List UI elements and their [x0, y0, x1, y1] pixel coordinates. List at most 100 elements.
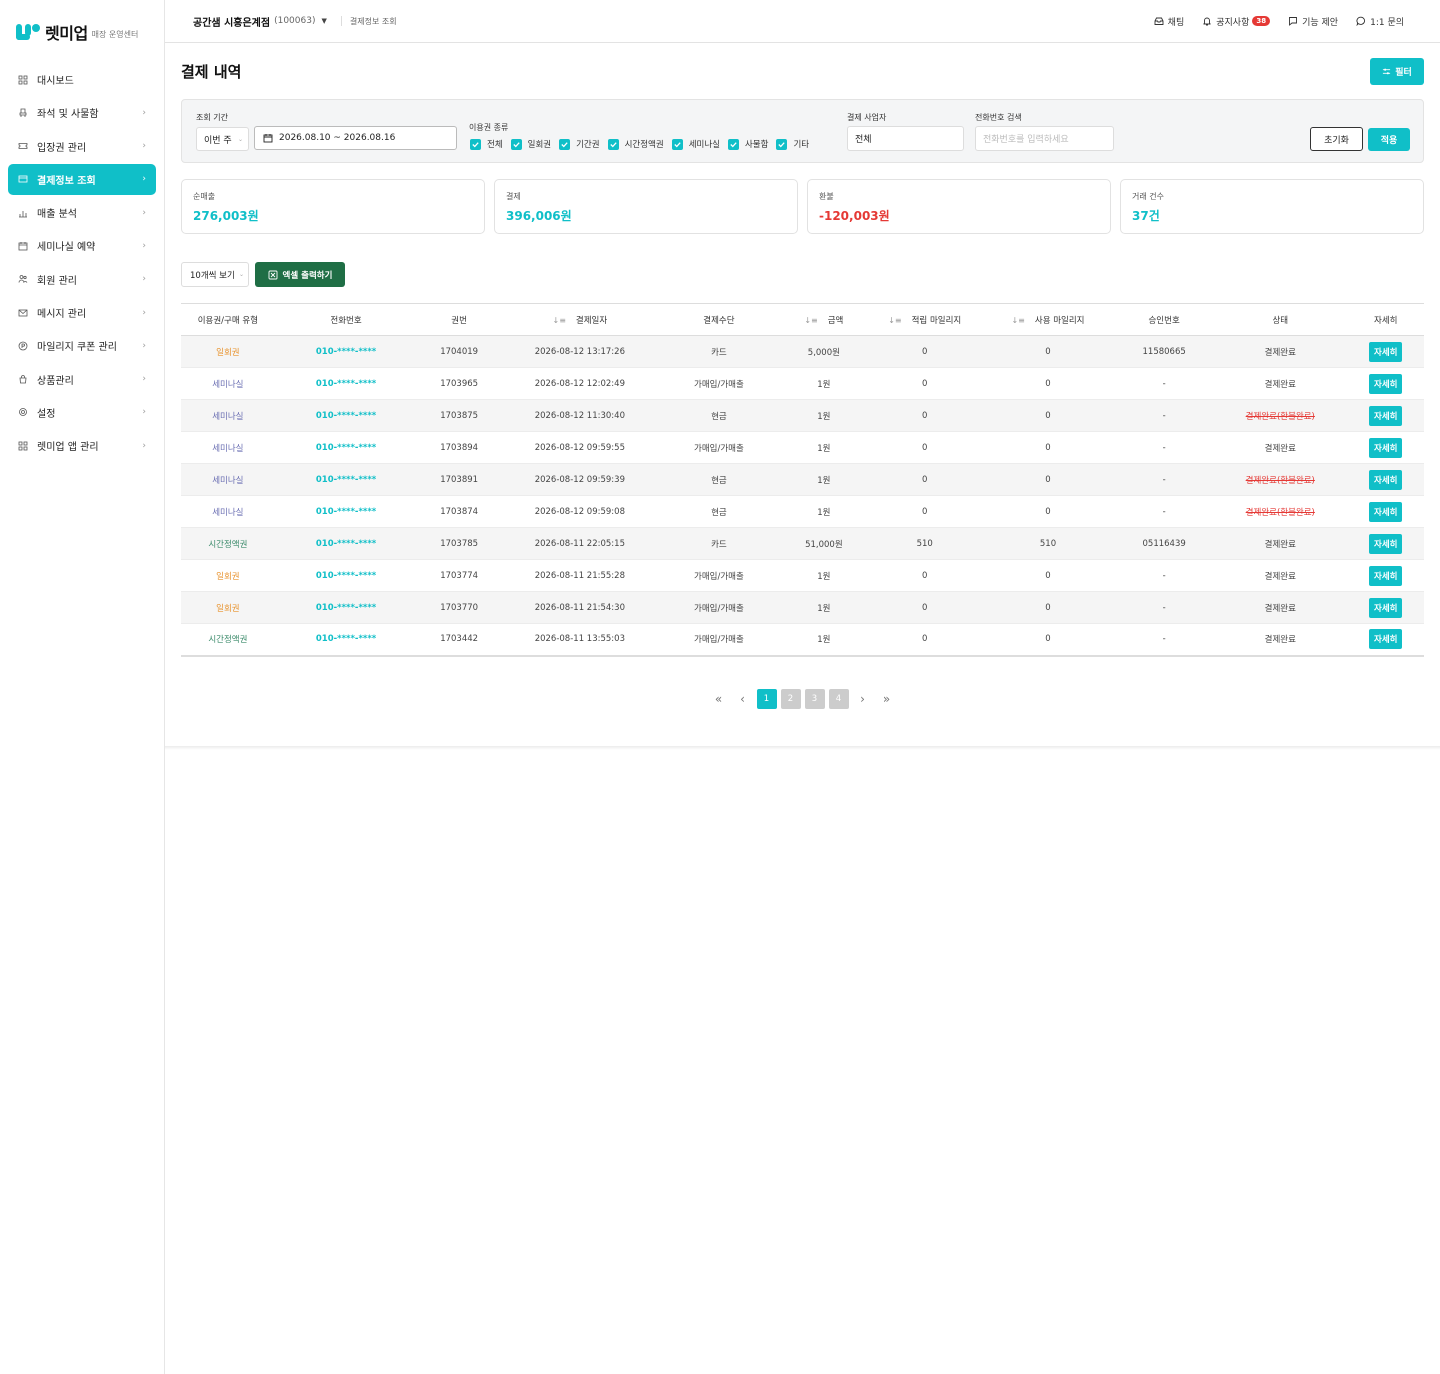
payment-date-cell-text: 2026-08-11 13:55:03	[534, 634, 625, 645]
phone-search-input[interactable]: 전화번호를 입력하세요	[975, 126, 1114, 151]
page-4-button[interactable]: 4	[828, 688, 849, 709]
used-mileage-cell: 510	[980, 527, 1116, 560]
type-checkbox[interactable]: 시간정액권	[607, 138, 664, 150]
notice-button[interactable]: 공지사항 38	[1202, 15, 1271, 28]
detail-button[interactable]: 자세히	[1369, 405, 1403, 426]
earned-mileage-cell-text: 0	[922, 474, 928, 485]
status-cell-text: 결제완료	[1264, 443, 1296, 454]
page-3-button[interactable]: 3	[804, 688, 825, 709]
table-row: 세미나실 010-****-**** 1703874 2026-08-12 09:59…	[181, 495, 1424, 528]
payment-method-cell: 현금	[658, 495, 780, 528]
next-page-button[interactable]: ›	[853, 689, 873, 709]
detail-button[interactable]: 자세히	[1369, 629, 1403, 650]
table-row: 시간정액권 010-****-**** 1703785 2026-08-11 22:0…	[181, 527, 1424, 560]
sidebar-item-6[interactable]: 세미나실 예약 ›	[8, 230, 156, 261]
chevron-right-icon: ›	[142, 374, 146, 385]
type-checkbox[interactable]: 전체	[470, 138, 503, 150]
breadcrumb: 결제정보 조회	[349, 16, 397, 26]
period-select[interactable]: 이번 주 ⌄	[196, 127, 249, 151]
amount-cell: 51,000원	[779, 527, 869, 560]
payment-method-cell: 카드	[658, 527, 780, 560]
sidebar-item-7[interactable]: 회원 관리 ›	[8, 264, 156, 295]
column-header[interactable]: ↓≡ 결제일자	[500, 303, 659, 336]
sort-icon[interactable]: ↓≡	[804, 316, 817, 325]
sidebar-item-8[interactable]: 메시지 관리 ›	[8, 297, 156, 328]
sort-icon[interactable]: ↓≡	[888, 316, 901, 325]
detail-button[interactable]: 자세히	[1369, 373, 1403, 394]
prev-page-button[interactable]: ‹	[733, 689, 753, 709]
column-header: 이용권/구매 유형	[181, 303, 275, 336]
detail-button[interactable]: 자세히	[1369, 469, 1403, 490]
date-range-input[interactable]: 2026.08.10 ~ 2026.08.16	[254, 126, 457, 150]
chat-button[interactable]: 채팅	[1154, 15, 1184, 28]
first-page-button[interactable]: «	[709, 689, 729, 709]
type-cell-text: 일회권	[216, 571, 240, 582]
check-icon	[470, 138, 481, 150]
approval-number-cell-text: -	[1162, 474, 1166, 485]
sort-icon[interactable]: ↓≡	[1011, 316, 1024, 325]
detail-button[interactable]: 자세히	[1369, 597, 1403, 618]
bell-icon	[1203, 17, 1211, 26]
type-checkbox[interactable]: 세미나실	[671, 138, 720, 150]
excel-icon	[268, 270, 277, 279]
used-mileage-cell: 0	[980, 431, 1116, 464]
type-checkbox[interactable]: 기타	[776, 138, 809, 150]
used-mileage-cell-text: 0	[1045, 474, 1051, 485]
detail-button[interactable]: 자세히	[1369, 341, 1403, 362]
dropdown-icon: ⌄	[238, 271, 244, 278]
sidebar-item-2[interactable]: 좌석 및 사물함 ›	[8, 97, 156, 128]
page-size-select[interactable]: 10개씩 보기 ⌄	[181, 262, 249, 287]
detail-button[interactable]: 자세히	[1369, 533, 1403, 554]
sidebar-item-10[interactable]: 상품관리 ›	[8, 364, 156, 395]
type-checkbox[interactable]: 일회권	[510, 138, 551, 150]
chevron-right-icon: ›	[142, 174, 146, 185]
inquiry-button[interactable]: 1:1 문의	[1356, 15, 1404, 28]
phone-cell-text: 010-****-****	[315, 346, 377, 357]
type-checkbox-label: 기타	[793, 140, 810, 150]
column-header[interactable]: ↓≡ 사용 마일리지	[980, 303, 1116, 336]
apply-button[interactable]: 적용	[1368, 128, 1410, 151]
sidebar-item-1[interactable]: 대시보드	[8, 64, 156, 95]
excel-export-button[interactable]: 엑셀 출력하기	[255, 262, 345, 287]
type-cell: 일회권	[181, 559, 275, 592]
filter-button[interactable]: 필터	[1370, 57, 1424, 85]
topbar: 공간샘 시흥은계점 (100063) ▼ 결제정보 조회 채팅 공지사항 38 …	[165, 0, 1440, 43]
type-cell-text: 세미나실	[212, 475, 244, 486]
column-header-label: 적립 마일리지	[911, 315, 962, 326]
type-checkbox[interactable]: 사물함	[727, 138, 768, 150]
amount-cell: 1원	[779, 623, 869, 656]
logo[interactable]: 렛미업 매장 운영센터	[0, 0, 164, 64]
detail-button[interactable]: 자세히	[1369, 437, 1403, 458]
used-mileage-cell-text: 0	[1045, 634, 1051, 645]
sidebar-item-4[interactable]: 결제정보 조회 ›	[8, 163, 156, 195]
reset-button[interactable]: 초기화	[1310, 127, 1363, 151]
phone-cell-text: 010-****-****	[315, 410, 377, 421]
type-cell: 세미나실	[181, 367, 275, 400]
detail-button[interactable]: 자세히	[1369, 501, 1403, 522]
last-page-button[interactable]: »	[877, 689, 897, 709]
caret-down-icon[interactable]: ▼	[321, 17, 326, 25]
period-label: 조회 기간	[196, 113, 228, 122]
column-header[interactable]: ↓≡ 적립 마일리지	[868, 303, 981, 336]
page-1-button[interactable]: 1	[756, 688, 777, 709]
status-cell-text: 결제완료	[1264, 379, 1296, 390]
phone-search-label: 전화번호 검색	[975, 113, 1022, 122]
approval-number-cell-text: 11580665	[1142, 346, 1186, 357]
sort-icon[interactable]: ↓≡	[553, 316, 566, 325]
users-icon	[18, 274, 28, 284]
biz-select[interactable]: 전체	[847, 126, 964, 151]
status-cell-text: 결제완료	[1264, 635, 1296, 646]
column-header[interactable]: ↓≡ 금액	[779, 303, 869, 336]
store-selector[interactable]: 공간샘 시흥은계점	[193, 14, 270, 29]
type-checkbox[interactable]: 기간권	[559, 138, 600, 150]
detail-button[interactable]: 자세히	[1369, 565, 1403, 586]
phone-cell: 010-****-****	[274, 431, 418, 464]
sidebar-item-11[interactable]: 설정 ›	[8, 397, 156, 428]
sidebar-item-3[interactable]: 입장권 관리 ›	[8, 131, 156, 162]
sidebar-item-5[interactable]: 매출 분석 ›	[8, 197, 156, 228]
suggest-button[interactable]: 기능 제안	[1288, 15, 1338, 28]
sidebar-item-9[interactable]: 마일리지 쿠폰 관리 ›	[8, 330, 156, 361]
ticket-number-cell: 1703442	[417, 623, 501, 656]
sidebar-item-12[interactable]: 렛미업 앱 관리 ›	[8, 430, 156, 461]
page-2-button[interactable]: 2	[780, 688, 801, 709]
